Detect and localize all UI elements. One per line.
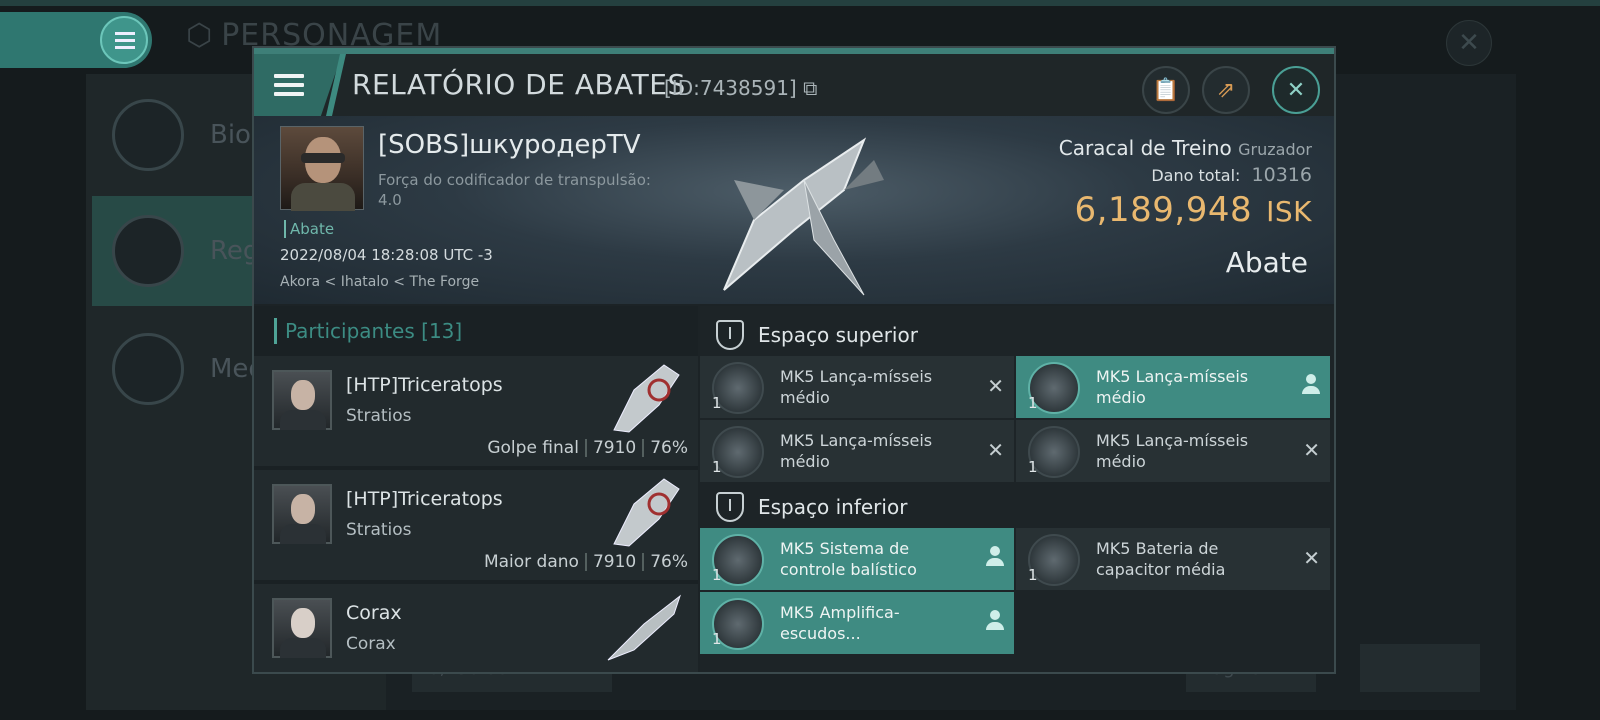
kill-id[interactable]: [ID:7438591] ⧉ (664, 76, 817, 100)
filter-button[interactable] (1360, 644, 1480, 692)
clipboard-button[interactable]: 📋 (1142, 66, 1190, 114)
dropped-person-icon (1302, 374, 1320, 396)
hamburger-icon (100, 16, 148, 64)
destroyed-icon: ✕ (1303, 546, 1320, 570)
upper-slots-header: Espaço superior (716, 318, 918, 352)
swords-icon (112, 215, 184, 287)
participant-avatar (272, 484, 332, 544)
slot-icon (716, 320, 744, 350)
list-icon (112, 99, 184, 171)
destroyed-icon: ✕ (1303, 438, 1320, 462)
modal-header: RELATÓRIO DE ABATES [ID:7438591] ⧉ 📋 ⇗ ✕ (254, 54, 1334, 116)
kill-tag: Abate (284, 220, 334, 238)
fitting-panel: Espaço superior 1 MK5 Lança-mísseis médi… (700, 306, 1334, 672)
module-slot[interactable]: 1 MK5 Sistema de controle balístico (700, 528, 1014, 590)
kill-datetime: 2022/08/04 18:28:08 UTC -3 (280, 246, 493, 264)
participants-header: Participantes [13] (274, 318, 462, 344)
star-badge-icon (112, 333, 184, 405)
participant-ship-icon (613, 478, 680, 547)
participant-avatar (272, 370, 332, 430)
total-damage: Dano total: 10316 (1151, 164, 1312, 186)
victim-portrait[interactable] (280, 126, 364, 211)
victim-subtitle: Força do codificador de transpulsão: 4.0 (378, 171, 651, 209)
participant-ship-icon (613, 364, 680, 433)
character-icon: ⬡ (186, 18, 214, 53)
destroyed-icon: ✕ (987, 374, 1004, 398)
module-slot[interactable]: 1 MK5 Lança-mísseis médio ✕ (700, 356, 1014, 418)
kill-status: Abate (1225, 246, 1308, 279)
copy-icon[interactable]: ⧉ (803, 76, 817, 100)
modal-title: RELATÓRIO DE ABATES (352, 68, 686, 101)
module-slot[interactable]: 1 MK5 Lança-mísseis médio ✕ (700, 420, 1014, 482)
participant-avatar (272, 598, 332, 658)
slot-icon (716, 492, 744, 522)
kill-report-modal: RELATÓRIO DE ABATES [ID:7438591] ⧉ 📋 ⇗ ✕… (252, 46, 1336, 674)
lower-slots-header: Espaço inferior (716, 490, 907, 524)
module-slot[interactable]: 1 MK5 Amplifica-escudos... (700, 592, 1014, 654)
participant-ship-icon (607, 594, 681, 661)
dropped-person-icon (986, 546, 1004, 568)
ship-name[interactable]: Caracal de Treino Gruzador (1059, 136, 1312, 160)
close-icon: ✕ (1286, 77, 1306, 103)
module-slot[interactable]: 1 MK5 Lança-mísseis médio ✕ (1016, 420, 1330, 482)
module-slot[interactable]: 1 MK5 Lança-mísseis médio (1016, 356, 1330, 418)
close-button[interactable]: ✕ (1272, 66, 1320, 114)
ship-image[interactable] (694, 120, 894, 300)
victim-hero: [SOBS]шкуродерTV Força do codificador de… (254, 116, 1334, 304)
victim-name[interactable]: [SOBS]шкуродерTV (378, 130, 641, 160)
participant-row[interactable]: Corax Corax (254, 584, 698, 672)
top-accent-line (0, 0, 1600, 6)
participant-row[interactable]: [HTP]Triceratops Stratios Maior dano 7910… (254, 470, 698, 582)
module-slot[interactable]: 1 MK5 Bateria de capacitor média ✕ (1016, 528, 1330, 590)
kill-location[interactable]: Akora < Ihatalo < The Forge (280, 274, 479, 290)
main-menu-button[interactable] (0, 12, 152, 68)
participants-list: Participantes [13] [HTP]Triceratops Stra… (254, 306, 698, 672)
share-icon: ⇗ (1216, 77, 1236, 103)
dropped-person-icon (986, 610, 1004, 632)
destroyed-icon: ✕ (987, 438, 1004, 462)
share-button[interactable]: ⇗ (1202, 66, 1250, 114)
page-close-icon[interactable]: ✕ (1446, 20, 1492, 66)
clipboard-icon: 📋 (1152, 77, 1180, 103)
isk-value: 6,189,948 ISK (1074, 190, 1312, 230)
participant-row[interactable]: [HTP]Triceratops Stratios Golpe final 791… (254, 356, 698, 468)
